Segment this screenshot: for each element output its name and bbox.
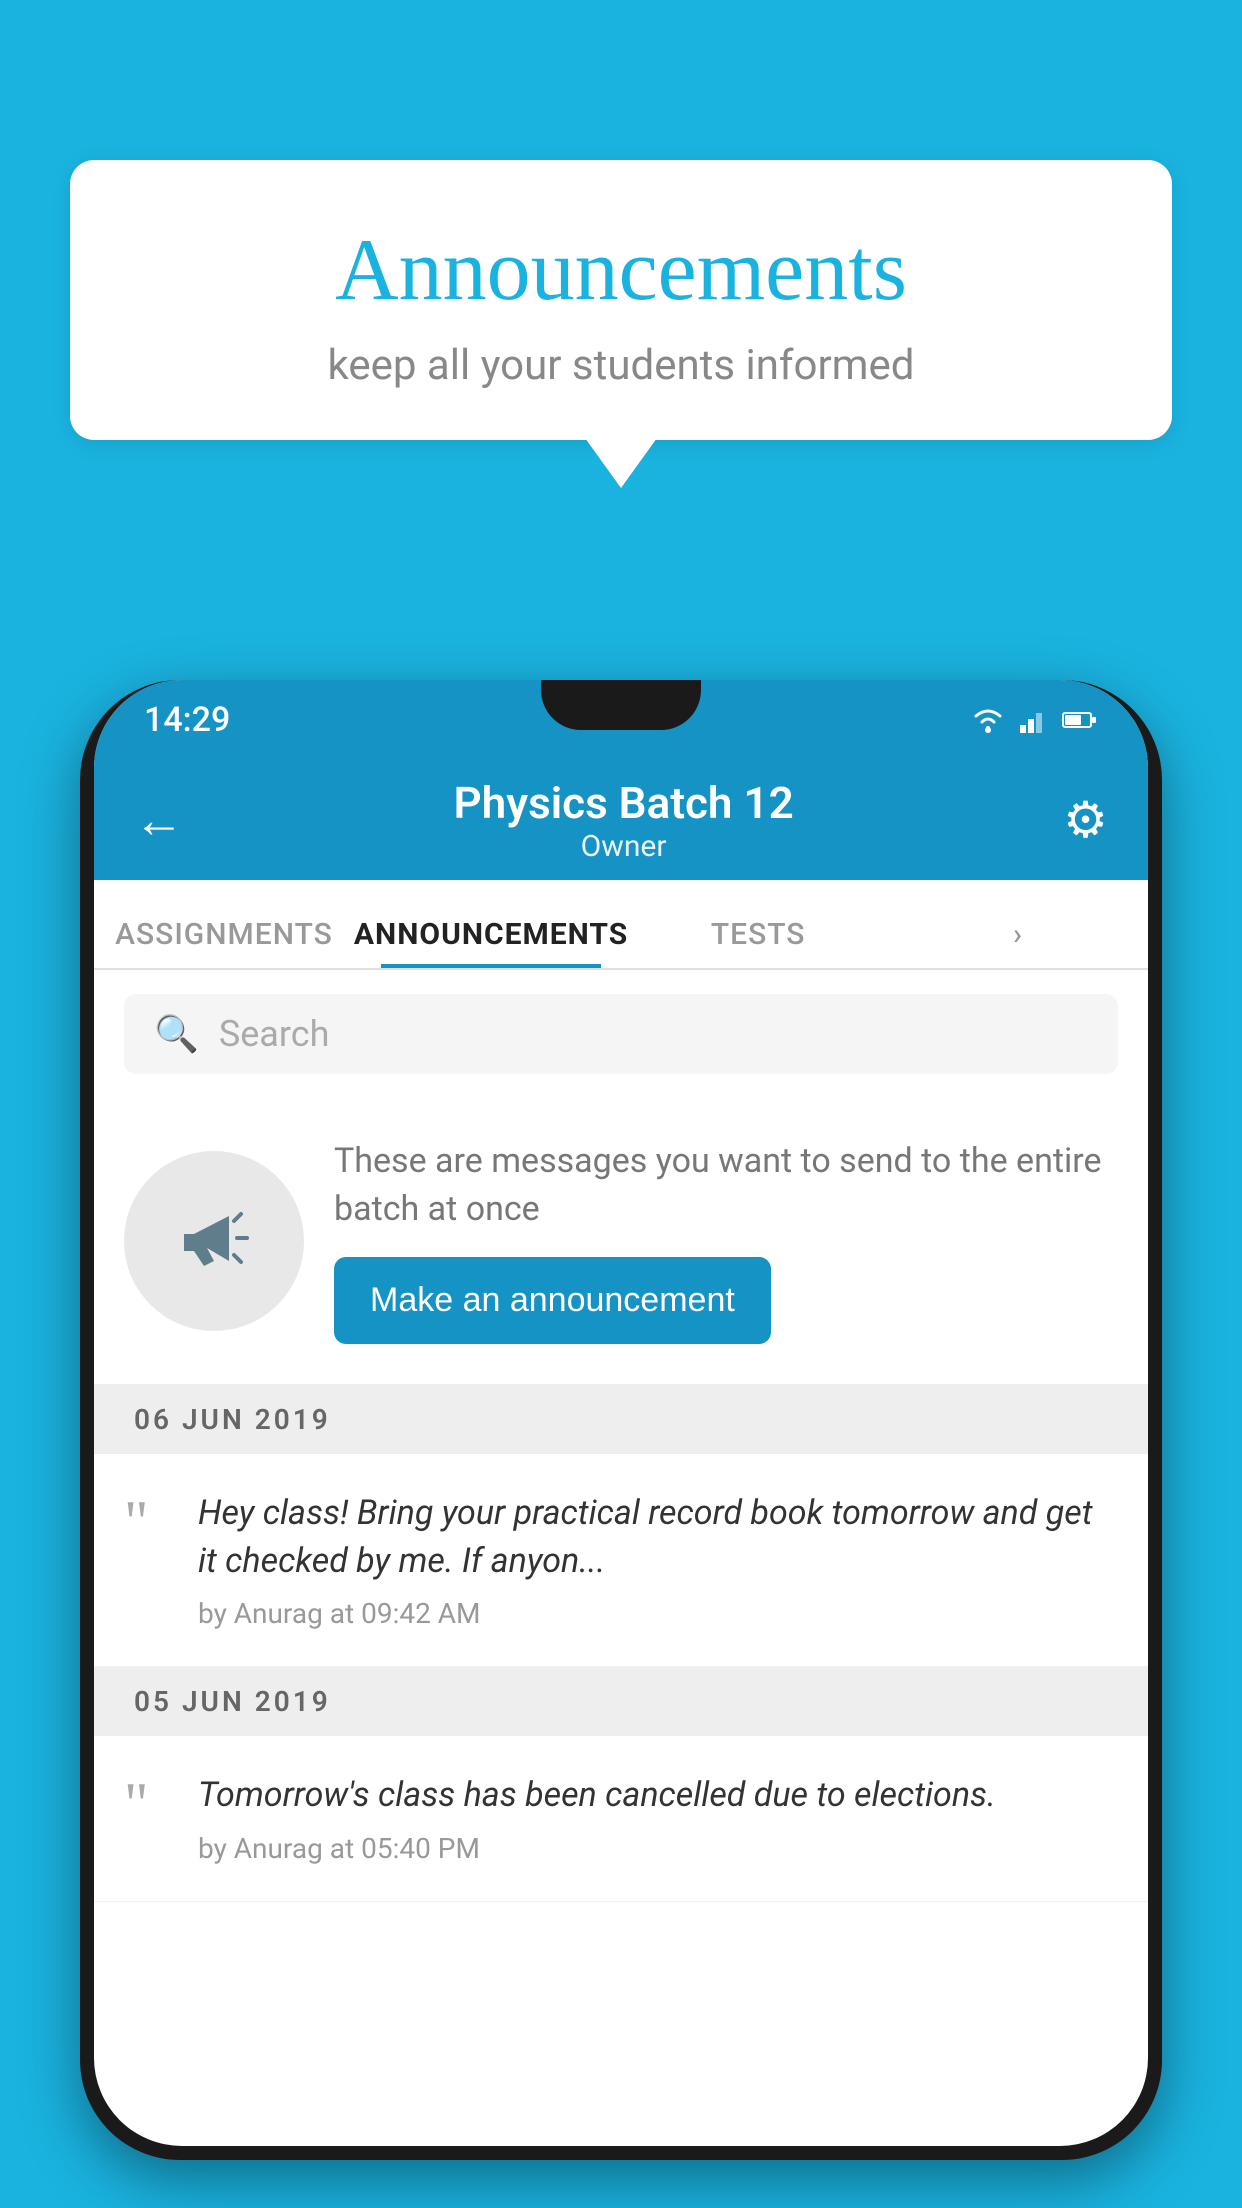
date-separator-2: 05 JUN 2019 bbox=[94, 1667, 1148, 1736]
header-title: Physics Batch 12 bbox=[453, 777, 793, 829]
phone: 14:29 bbox=[80, 680, 1162, 2160]
bubble-subtitle: keep all your students informed bbox=[130, 341, 1112, 390]
phone-container: 14:29 bbox=[80, 680, 1162, 2208]
wifi-icon bbox=[970, 706, 1006, 734]
tab-announcements[interactable]: ANNOUNCEMENTS bbox=[354, 917, 628, 968]
tab-assignments[interactable]: ASSIGNMENTS bbox=[94, 917, 354, 968]
tab-more[interactable]: › bbox=[888, 917, 1148, 968]
quote-icon-2: " bbox=[124, 1772, 174, 1828]
header-title-block: Physics Batch 12 Owner bbox=[453, 777, 793, 864]
speech-bubble: Announcements keep all your students inf… bbox=[70, 160, 1172, 440]
header-subtitle: Owner bbox=[453, 829, 793, 864]
back-button[interactable]: ← bbox=[134, 791, 184, 850]
signal-icon bbox=[1020, 707, 1048, 733]
announcement-meta-1: by Anurag at 09:42 AM bbox=[198, 1597, 1118, 1630]
announcement-body-1: Hey class! Bring your practical record b… bbox=[198, 1490, 1118, 1630]
notch bbox=[541, 680, 701, 730]
app-header: ← Physics Batch 12 Owner ⚙ bbox=[94, 760, 1148, 880]
promo-content: These are messages you want to send to t… bbox=[334, 1138, 1118, 1344]
promo-icon-circle bbox=[124, 1151, 304, 1331]
promo-section: These are messages you want to send to t… bbox=[94, 1098, 1148, 1385]
make-announcement-button[interactable]: Make an announcement bbox=[334, 1257, 771, 1344]
search-input-placeholder: Search bbox=[219, 1013, 330, 1055]
announcement-item-1[interactable]: " Hey class! Bring your practical record… bbox=[94, 1454, 1148, 1667]
phone-screen: 14:29 bbox=[94, 680, 1148, 2146]
announcement-meta-2: by Anurag at 05:40 PM bbox=[198, 1832, 1118, 1865]
battery-icon bbox=[1062, 710, 1098, 730]
speech-bubble-section: Announcements keep all your students inf… bbox=[70, 160, 1172, 488]
settings-button[interactable]: ⚙ bbox=[1063, 791, 1108, 850]
bubble-title: Announcements bbox=[130, 220, 1112, 321]
search-container: 🔍 Search bbox=[94, 970, 1148, 1098]
tabs-bar: ASSIGNMENTS ANNOUNCEMENTS TESTS › bbox=[94, 880, 1148, 970]
status-bar: 14:29 bbox=[94, 680, 1148, 760]
quote-icon-1: " bbox=[124, 1490, 174, 1546]
tab-tests[interactable]: TESTS bbox=[628, 917, 888, 968]
date-separator-1: 06 JUN 2019 bbox=[94, 1385, 1148, 1454]
search-icon: 🔍 bbox=[154, 1013, 199, 1055]
announcement-text-1: Hey class! Bring your practical record b… bbox=[198, 1490, 1118, 1585]
status-icons bbox=[970, 706, 1098, 734]
megaphone-icon bbox=[169, 1196, 259, 1286]
announcement-text-2: Tomorrow's class has been cancelled due … bbox=[198, 1772, 1118, 1820]
announcement-body-2: Tomorrow's class has been cancelled due … bbox=[198, 1772, 1118, 1865]
announcement-item-2[interactable]: " Tomorrow's class has been cancelled du… bbox=[94, 1736, 1148, 1902]
speech-bubble-tail bbox=[585, 438, 657, 488]
search-bar[interactable]: 🔍 Search bbox=[124, 994, 1118, 1074]
status-time: 14:29 bbox=[144, 700, 230, 740]
promo-text: These are messages you want to send to t… bbox=[334, 1138, 1118, 1233]
